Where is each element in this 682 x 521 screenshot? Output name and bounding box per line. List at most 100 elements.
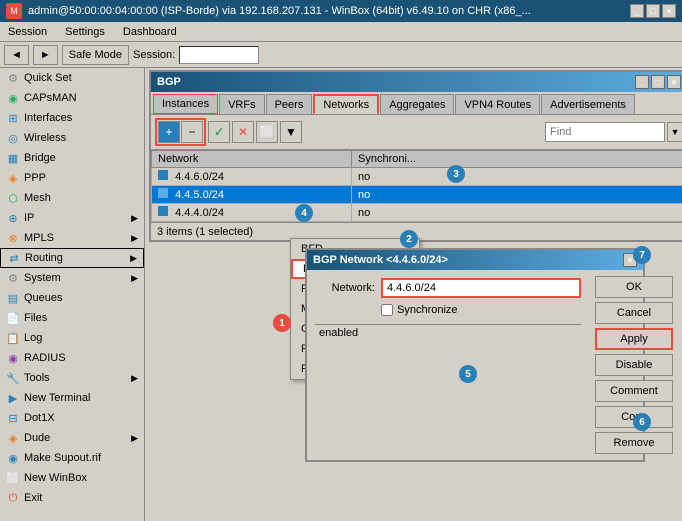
sidebar-item-log[interactable]: 📋 Log	[0, 328, 144, 348]
sidebar-item-tools[interactable]: 🔧 Tools ▶	[0, 368, 144, 388]
clear-button[interactable]: ✕	[232, 121, 254, 143]
dude-icon: ◈	[6, 431, 20, 445]
sidebar-label-interfaces: Interfaces	[24, 112, 72, 124]
tab-peers[interactable]: Peers	[266, 94, 313, 114]
synchronize-label: Synchronize	[397, 304, 458, 316]
tab-peers-label: Peers	[275, 99, 304, 111]
title-bar-controls: _ □ ×	[630, 4, 676, 18]
sidebar-label-system: System	[24, 272, 61, 284]
bgp-window-controls: _ □ ×	[635, 75, 681, 89]
terminal-icon: ▶	[6, 391, 20, 405]
add-remove-group: + −	[155, 118, 206, 146]
tab-vpn4routes-label: VPN4 Routes	[464, 99, 531, 111]
sidebar-item-bridge[interactable]: ▦ Bridge	[0, 148, 144, 168]
minimize-button[interactable]: _	[630, 4, 644, 18]
find-dropdown[interactable]: ▼	[667, 122, 682, 142]
copy-button[interactable]: ⬜	[256, 121, 278, 143]
cancel-button[interactable]: Cancel	[595, 302, 673, 324]
menu-dashboard[interactable]: Dashboard	[119, 25, 181, 39]
tab-aggregates[interactable]: Aggregates	[380, 94, 454, 114]
sidebar-item-ip[interactable]: ⊕ IP ▶	[0, 208, 144, 228]
quick-set-icon: ⚙	[6, 71, 20, 85]
session-input[interactable]	[179, 46, 259, 64]
sidebar-label-log: Log	[24, 332, 42, 344]
apply-filter-button[interactable]: ✓	[208, 121, 230, 143]
bgp-minimize-btn[interactable]: _	[635, 75, 649, 89]
sidebar-item-dude[interactable]: ◈ Dude ▶	[0, 428, 144, 448]
disable-button[interactable]: Disable	[595, 354, 673, 376]
find-input[interactable]	[545, 122, 665, 142]
sidebar-item-new-terminal[interactable]: ▶ New Terminal	[0, 388, 144, 408]
table-row[interactable]: 4.4.6.0/24 no	[152, 168, 682, 186]
sidebar-item-files[interactable]: 📄 Files	[0, 308, 144, 328]
sync-cell: no	[352, 186, 682, 204]
col-network: Network	[152, 151, 352, 168]
sidebar-item-dot1x[interactable]: ⊟ Dot1X	[0, 408, 144, 428]
sidebar-label-bridge: Bridge	[24, 152, 56, 164]
menu-session[interactable]: Session	[4, 25, 51, 39]
remove-network-button[interactable]: −	[181, 121, 203, 143]
sidebar-item-mesh[interactable]: ⬡ Mesh	[0, 188, 144, 208]
network-input[interactable]	[381, 278, 581, 298]
annotation-5: 5	[459, 365, 477, 383]
sidebar-item-queues[interactable]: ▤ Queues	[0, 288, 144, 308]
menu-settings[interactable]: Settings	[61, 25, 109, 39]
tab-vpn4routes[interactable]: VPN4 Routes	[455, 94, 540, 114]
sidebar-item-new-winbox[interactable]: ⬜ New WinBox	[0, 468, 144, 488]
tab-instances[interactable]: Instances	[153, 94, 218, 114]
remove-button[interactable]: Remove	[595, 432, 673, 454]
tab-vrfs[interactable]: VRFs	[219, 94, 265, 114]
routing-icon: ⇄	[7, 251, 21, 265]
window-title: admin@50:00:00:04:00:00 (ISP-Borde) via …	[28, 5, 531, 17]
sidebar-item-ppp[interactable]: ◈ PPP	[0, 168, 144, 188]
title-bar-left: M admin@50:00:00:04:00:00 (ISP-Borde) vi…	[6, 3, 531, 19]
bgp-tabs: Instances VRFs Peers Networks Aggregates…	[151, 92, 682, 115]
sidebar-item-mpls[interactable]: ⊗ MPLS ▶	[0, 228, 144, 248]
bgp-dialog-title: BGP Network <4.4.6.0/24> ×	[307, 250, 643, 270]
tab-advertisements[interactable]: Advertisements	[541, 94, 635, 114]
sidebar-item-radius[interactable]: ◉ RADIUS	[0, 348, 144, 368]
comment-button[interactable]: Comment	[595, 380, 673, 402]
sidebar-item-interfaces[interactable]: ⊞ Interfaces	[0, 108, 144, 128]
sidebar-label-capsman: CAPsMAN	[24, 92, 77, 104]
bgp-close-btn[interactable]: ×	[667, 75, 681, 89]
table-row[interactable]: 4.4.4.0/24 no	[152, 204, 682, 222]
sidebar-item-exit[interactable]: ⏻ Exit	[0, 488, 144, 508]
sidebar-item-make-supout[interactable]: ◉ Make Supout.rif	[0, 448, 144, 468]
main-layout: ⚙ Quick Set ◉ CAPsMAN ⊞ Interfaces ◎ Wir…	[0, 68, 682, 521]
safemode-button[interactable]: Safe Mode	[62, 45, 129, 65]
back-button[interactable]: ◄	[4, 45, 29, 65]
sidebar-item-wireless[interactable]: ◎ Wireless	[0, 128, 144, 148]
bgp-dialog-title-text: BGP Network <4.4.6.0/24>	[313, 254, 448, 266]
network-cell: 4.4.4.0/24	[152, 204, 352, 222]
sidebar-item-capsman[interactable]: ◉ CAPsMAN	[0, 88, 144, 108]
dot1x-icon: ⊟	[6, 411, 20, 425]
add-network-button[interactable]: +	[158, 121, 180, 143]
bgp-maximize-btn[interactable]: □	[651, 75, 665, 89]
filter-button[interactable]: ▼	[280, 121, 302, 143]
tab-networks[interactable]: Networks	[313, 94, 379, 114]
sidebar-item-quick-set[interactable]: ⚙ Quick Set	[0, 68, 144, 88]
sync-cell: no	[352, 168, 682, 186]
annotation-6: 6	[633, 413, 651, 431]
bgp-status-text: 3 items (1 selected)	[157, 226, 253, 238]
mpls-icon: ⊗	[6, 231, 20, 245]
table-row[interactable]: 4.4.5.0/24 no	[152, 186, 682, 204]
capsman-icon: ◉	[6, 91, 20, 105]
apply-button[interactable]: Apply	[595, 328, 673, 350]
maximize-button[interactable]: □	[646, 4, 660, 18]
tab-instances-label: Instances	[162, 98, 209, 110]
content-area: BFD BGP Filters MME OSPF Prefix Lists RI…	[145, 68, 682, 521]
mpls-arrow-icon: ▶	[131, 233, 138, 244]
ip-arrow-icon: ▶	[131, 213, 138, 224]
close-button[interactable]: ×	[662, 4, 676, 18]
forward-button[interactable]: ►	[33, 45, 58, 65]
radius-icon: ◉	[6, 351, 20, 365]
synchronize-checkbox[interactable]	[381, 304, 393, 316]
sidebar-label-ip: IP	[24, 212, 34, 224]
session-label: Session:	[133, 49, 175, 61]
ok-button[interactable]: OK	[595, 276, 673, 298]
ip-icon: ⊕	[6, 211, 20, 225]
sidebar-item-routing[interactable]: ⇄ Routing ▶	[0, 248, 144, 268]
sidebar-item-system[interactable]: ⚙ System ▶	[0, 268, 144, 288]
